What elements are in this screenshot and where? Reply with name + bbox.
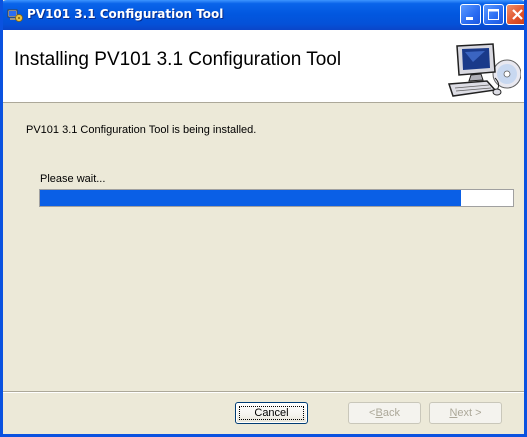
window-title: PV101 3.1 Configuration Tool <box>27 7 224 21</box>
next-label-rest: ext > <box>457 407 482 419</box>
back-button[interactable]: < Back <box>348 402 421 424</box>
computer-cd-icon <box>447 43 521 97</box>
cancel-label: Cancel <box>254 407 289 419</box>
header-banner: Installing PV101 3.1 Configuration Tool <box>3 30 524 103</box>
minimize-icon <box>466 17 473 20</box>
back-label-mnemonic: B <box>375 407 383 419</box>
banner-title: Installing PV101 3.1 Configuration Tool <box>14 49 342 70</box>
progress-fill <box>40 190 461 206</box>
maximize-icon <box>488 9 499 20</box>
maximize-button[interactable] <box>483 4 504 25</box>
cancel-button[interactable]: Cancel <box>235 402 308 424</box>
close-icon <box>512 9 523 20</box>
minimize-button[interactable] <box>460 4 481 25</box>
back-label-rest: ack <box>382 407 400 419</box>
close-button[interactable] <box>506 4 524 25</box>
please-wait-label: Please wait... <box>40 173 106 185</box>
title-bar[interactable]: PV101 3.1 Configuration Tool <box>3 0 524 30</box>
install-progress-bar <box>39 189 514 207</box>
next-label-mnemonic: N <box>449 407 458 419</box>
installer-window: PV101 3.1 Configuration Tool Installing … <box>0 0 527 437</box>
next-button[interactable]: Next > <box>429 402 502 424</box>
install-status-text: PV101 3.1 Configuration Tool is being in… <box>26 124 257 136</box>
button-separator <box>3 391 524 393</box>
installer-app-icon <box>7 9 23 22</box>
